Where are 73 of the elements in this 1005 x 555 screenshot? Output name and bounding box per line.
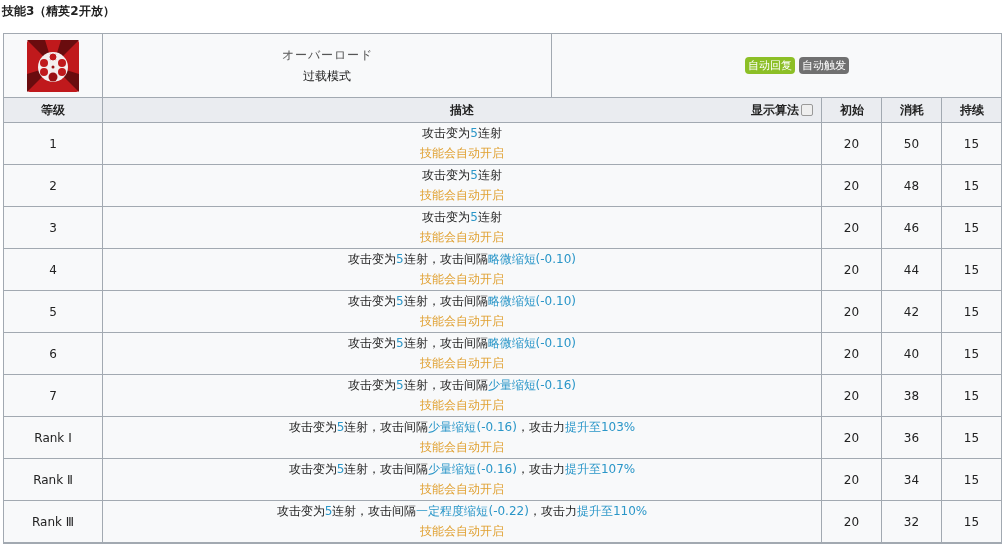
duration-cell: 15 <box>942 459 1001 501</box>
column-header: 持续 <box>942 98 1001 123</box>
duration-cell: 15 <box>942 291 1001 333</box>
initial-sp-cell: 20 <box>822 459 882 501</box>
description-text: 攻击变为5连射，攻击间隔一定程度缩短(-0.22)，攻击力提升至110% <box>276 503 648 520</box>
description-text: 攻击变为5连射 <box>422 167 502 184</box>
auto-activate-note: 技能会自动开启 <box>420 481 504 498</box>
skill-name-japanese: オーバーロード <box>281 46 373 64</box>
description-text: 攻击变为5连射，攻击间隔少量缩短(-0.16)，攻击力提升至103% <box>288 419 636 436</box>
sp-cost-cell: 46 <box>882 207 942 249</box>
initial-sp-cell: 20 <box>822 375 882 417</box>
level-cell: Rank Ⅱ <box>4 459 103 501</box>
auto-activate-note: 技能会自动开启 <box>420 271 504 288</box>
description-text: 攻击变为5连射 <box>422 125 502 142</box>
duration-cell: 15 <box>942 417 1001 459</box>
sp-cost-cell: 36 <box>882 417 942 459</box>
initial-sp-cell: 20 <box>822 123 882 165</box>
auto-activate-note: 技能会自动开启 <box>420 145 504 162</box>
description-text: 攻击变为5连射，攻击间隔略微缩短(-0.10) <box>347 251 577 268</box>
initial-sp-cell: 20 <box>822 291 882 333</box>
skill-name: 过载模式 <box>303 67 351 85</box>
column-header: 初始 <box>822 98 882 123</box>
sp-cost-cell: 42 <box>882 291 942 333</box>
sp-cost-cell: 44 <box>882 249 942 291</box>
duration-cell: 15 <box>942 333 1001 375</box>
level-cell: Rank Ⅰ <box>4 417 103 459</box>
initial-sp-cell: 20 <box>822 165 882 207</box>
sp-cost-cell: 50 <box>882 123 942 165</box>
sp-cost-cell: 48 <box>882 165 942 207</box>
level-cell: 6 <box>4 333 103 375</box>
section-title: 技能3（精英2开放） <box>1 3 116 20</box>
level-cell: 1 <box>4 123 103 165</box>
level-cell: 5 <box>4 291 103 333</box>
description-text: 攻击变为5连射，攻击间隔少量缩短(-0.16)，攻击力提升至107% <box>288 461 636 478</box>
level-cell: Rank Ⅲ <box>4 501 103 543</box>
initial-sp-cell: 20 <box>822 249 882 291</box>
column-header: 消耗 <box>882 98 942 123</box>
duration-cell: 15 <box>942 165 1001 207</box>
auto-activate-note: 技能会自动开启 <box>420 313 504 330</box>
initial-sp-cell: 20 <box>822 417 882 459</box>
auto-activate-note: 技能会自动开启 <box>420 187 504 204</box>
duration-cell: 15 <box>942 501 1001 543</box>
level-cell: 4 <box>4 249 103 291</box>
initial-sp-cell: 20 <box>822 501 882 543</box>
auto-activate-note: 技能会自动开启 <box>420 355 504 372</box>
column-header: 等级 <box>4 98 103 123</box>
revolver-cylinder-icon <box>27 39 79 92</box>
formula-toggle-label: 显示算法 <box>751 101 799 119</box>
sp-cost-cell: 40 <box>882 333 942 375</box>
level-cell: 7 <box>4 375 103 417</box>
auto-activate-note: 技能会自动开启 <box>420 229 504 246</box>
description-text: 攻击变为5连射，攻击间隔略微缩短(-0.10) <box>347 335 577 352</box>
duration-cell: 15 <box>942 123 1001 165</box>
initial-sp-cell: 20 <box>822 333 882 375</box>
duration-cell: 15 <box>942 249 1001 291</box>
sp-cost-cell: 34 <box>882 459 942 501</box>
auto-activate-note: 技能会自动开启 <box>420 397 504 414</box>
skill-tag: 自动触发 <box>798 57 849 74</box>
formula-checkbox[interactable] <box>801 104 813 116</box>
auto-activate-note: 技能会自动开启 <box>420 523 504 540</box>
sp-cost-cell: 32 <box>882 501 942 543</box>
skill-tag: 自动回复 <box>744 57 795 74</box>
auto-activate-note: 技能会自动开启 <box>420 439 504 456</box>
duration-cell: 15 <box>942 375 1001 417</box>
duration-cell: 15 <box>942 207 1001 249</box>
description-text: 攻击变为5连射 <box>422 209 502 226</box>
column-header: 描述 <box>450 101 474 119</box>
description-text: 攻击变为5连射，攻击间隔略微缩短(-0.10) <box>347 293 577 310</box>
level-cell: 2 <box>4 165 103 207</box>
initial-sp-cell: 20 <box>822 207 882 249</box>
sp-cost-cell: 38 <box>882 375 942 417</box>
level-cell: 3 <box>4 207 103 249</box>
description-text: 攻击变为5连射，攻击间隔少量缩短(-0.16) <box>347 377 577 394</box>
